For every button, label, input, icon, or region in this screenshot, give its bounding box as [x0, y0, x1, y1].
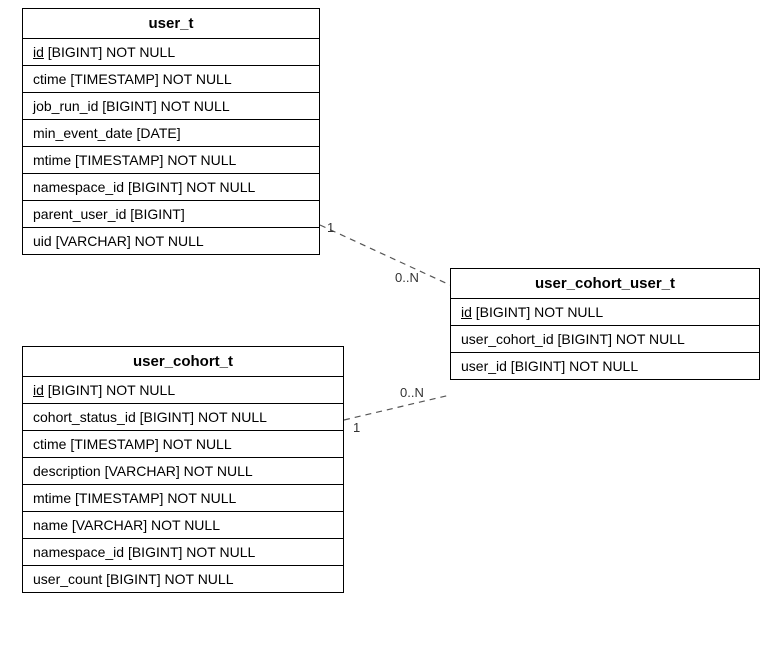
field-type: [TIMESTAMP] NOT NULL: [71, 490, 236, 506]
entity-title: user_t: [23, 9, 319, 39]
field-row: id [BIGINT] NOT NULL: [23, 39, 319, 66]
field-row: ctime [TIMESTAMP] NOT NULL: [23, 431, 343, 458]
field-row: namespace_id [BIGINT] NOT NULL: [23, 539, 343, 566]
field-type: [BIGINT] NOT NULL: [554, 331, 685, 347]
field-type: [DATE]: [133, 125, 181, 141]
field-name: parent_user_id: [33, 206, 126, 222]
field-row: name [VARCHAR] NOT NULL: [23, 512, 343, 539]
field-row: user_count [BIGINT] NOT NULL: [23, 566, 343, 592]
field-name: user_id: [461, 358, 507, 374]
entity-user_cohort_user_t: user_cohort_user_tid [BIGINT] NOT NULLus…: [450, 268, 760, 380]
cardinality-label: 0..N: [395, 270, 419, 285]
field-row: id [BIGINT] NOT NULL: [23, 377, 343, 404]
field-row: min_event_date [DATE]: [23, 120, 319, 147]
field-row: uid [VARCHAR] NOT NULL: [23, 228, 319, 254]
field-name: cohort_status_id: [33, 409, 136, 425]
entity-title: user_cohort_user_t: [451, 269, 759, 299]
field-row: user_cohort_id [BIGINT] NOT NULL: [451, 326, 759, 353]
field-type: [TIMESTAMP] NOT NULL: [66, 71, 231, 87]
field-row: user_id [BIGINT] NOT NULL: [451, 353, 759, 379]
field-type: [BIGINT] NOT NULL: [98, 98, 229, 114]
field-name: mtime: [33, 490, 71, 506]
field-row: id [BIGINT] NOT NULL: [451, 299, 759, 326]
field-type: [BIGINT] NOT NULL: [102, 571, 233, 587]
field-name: min_event_date: [33, 125, 133, 141]
field-name: mtime: [33, 152, 71, 168]
field-type: [VARCHAR] NOT NULL: [68, 517, 220, 533]
field-row: job_run_id [BIGINT] NOT NULL: [23, 93, 319, 120]
cardinality-label: 1: [327, 220, 334, 235]
field-name: ctime: [33, 436, 66, 452]
entity-title: user_cohort_t: [23, 347, 343, 377]
field-type: [BIGINT] NOT NULL: [507, 358, 638, 374]
cardinality-label: 0..N: [400, 385, 424, 400]
field-name: user_count: [33, 571, 102, 587]
field-type: [BIGINT] NOT NULL: [124, 179, 255, 195]
field-row: mtime [TIMESTAMP] NOT NULL: [23, 147, 319, 174]
field-type: [VARCHAR] NOT NULL: [101, 463, 253, 479]
field-name: uid: [33, 233, 52, 249]
field-row: cohort_status_id [BIGINT] NOT NULL: [23, 404, 343, 431]
field-row: namespace_id [BIGINT] NOT NULL: [23, 174, 319, 201]
field-name: id: [461, 304, 472, 320]
field-name: name: [33, 517, 68, 533]
field-type: [BIGINT] NOT NULL: [472, 304, 603, 320]
field-name: namespace_id: [33, 179, 124, 195]
field-name: id: [33, 382, 44, 398]
field-row: description [VARCHAR] NOT NULL: [23, 458, 343, 485]
cardinality-label: 1: [353, 420, 360, 435]
field-name: id: [33, 44, 44, 60]
field-type: [TIMESTAMP] NOT NULL: [66, 436, 231, 452]
field-type: [BIGINT]: [126, 206, 184, 222]
field-row: mtime [TIMESTAMP] NOT NULL: [23, 485, 343, 512]
field-name: ctime: [33, 71, 66, 87]
field-type: [VARCHAR] NOT NULL: [52, 233, 204, 249]
relation-line: [320, 225, 450, 285]
entity-user_t: user_tid [BIGINT] NOT NULLctime [TIMESTA…: [22, 8, 320, 255]
field-row: ctime [TIMESTAMP] NOT NULL: [23, 66, 319, 93]
field-type: [BIGINT] NOT NULL: [44, 44, 175, 60]
relation-line: [344, 395, 450, 420]
field-row: parent_user_id [BIGINT]: [23, 201, 319, 228]
field-name: user_cohort_id: [461, 331, 554, 347]
field-name: namespace_id: [33, 544, 124, 560]
field-name: job_run_id: [33, 98, 98, 114]
field-name: description: [33, 463, 101, 479]
field-type: [BIGINT] NOT NULL: [136, 409, 267, 425]
field-type: [BIGINT] NOT NULL: [44, 382, 175, 398]
field-type: [BIGINT] NOT NULL: [124, 544, 255, 560]
entity-user_cohort_t: user_cohort_tid [BIGINT] NOT NULLcohort_…: [22, 346, 344, 593]
field-type: [TIMESTAMP] NOT NULL: [71, 152, 236, 168]
